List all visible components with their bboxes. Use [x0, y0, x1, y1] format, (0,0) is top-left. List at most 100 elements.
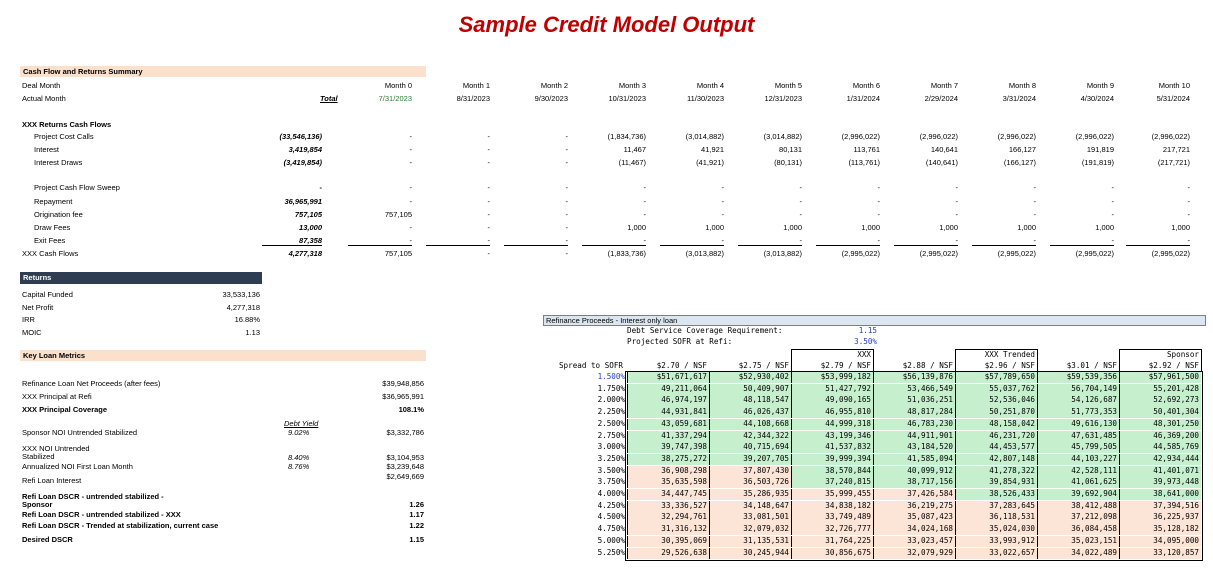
month-date: 7/31/2023 — [378, 94, 412, 103]
cash-flow-cell: - — [565, 236, 569, 245]
cash-flow-cell: (2,996,022) — [1151, 132, 1190, 141]
cash-flow-cell: - — [955, 210, 959, 219]
returns-row-label: MOIC — [22, 327, 42, 337]
cash-flow-cell: (2,995,022) — [1075, 249, 1114, 258]
cash-flow-cell: - — [409, 158, 413, 167]
actual-month-label: Actual Month — [22, 94, 66, 103]
cash-flow-cell: (2,996,022) — [841, 132, 880, 141]
cash-flow-cell: - — [487, 183, 491, 192]
cash-flow-cell: (2,995,022) — [1151, 249, 1190, 258]
cash-flow-cell: - — [1111, 183, 1115, 192]
cash-flow-cell: - — [643, 183, 647, 192]
refi-spread-cell: 4.750% — [597, 524, 625, 534]
cash-flow-cell: - — [1187, 183, 1191, 192]
month-header: Month 6 — [852, 81, 880, 90]
cash-flow-cell: (1,834,736) — [607, 132, 646, 141]
annualized-noi-label: Annualized NOI First Loan Month — [22, 462, 133, 471]
cash-flow-cell: (2,996,022) — [1075, 132, 1114, 141]
cash-flow-cell: - — [409, 132, 413, 141]
refi-spread-cell: 4.500% — [597, 512, 625, 522]
cash-flow-row: Interest Draws (3,419,854) - - - (11,467) (41,… — [0, 158, 1213, 171]
cash-flow-cell: 11,467 — [623, 145, 646, 154]
cash-flow-cell: - — [409, 236, 413, 245]
xxx-noi-debt-yield: 8.40% — [288, 453, 310, 462]
total-underline — [660, 245, 724, 246]
key-loan-metrics-header: Key Loan Metrics — [20, 350, 426, 361]
projected-sofr-label: Projected SOFR at Refi: — [627, 337, 733, 346]
month-date: 4/30/2024 — [1080, 94, 1114, 103]
cash-flow-cell: 757,105 — [384, 249, 412, 258]
cash-flow-cell: 140,641 — [930, 145, 958, 154]
cash-flow-row-label: Project Cost Calls — [34, 132, 94, 141]
annualized-noi-debt-yield: 8.76% — [288, 462, 310, 471]
desired-dscr-label: Desired DSCR — [22, 535, 73, 544]
cash-flow-cell: - — [1111, 197, 1115, 206]
cash-flow-cell: (2,995,022) — [997, 249, 1036, 258]
total-underline — [1050, 245, 1114, 246]
month-header: Month 8 — [1008, 81, 1036, 90]
sponsor-noi-label: Sponsor NOI Untrended Stabilized — [22, 428, 138, 437]
cash-flow-cell: - — [409, 145, 413, 154]
cash-flow-cell: - — [877, 210, 881, 219]
refinance-proceeds-table: Refinance Proceeds - Interest only loan … — [543, 315, 1206, 562]
month-header: Month 10 — [1158, 81, 1190, 90]
cash-flow-cell: - — [487, 249, 491, 258]
cash-flow-row-label: Draw Fees — [34, 223, 71, 232]
cash-flow-cell: 1,000 — [861, 223, 880, 232]
refi-col-header: $2.70 / NSF — [656, 361, 707, 370]
cash-flow-cell: 113,761 — [853, 145, 880, 154]
refi-col-highlight-box — [791, 349, 874, 372]
returns-row-label: Net Profit — [22, 302, 54, 312]
cash-flow-cell: - — [1187, 210, 1191, 219]
cash-flow-cell: - — [1187, 197, 1191, 206]
cash-flow-cell: - — [487, 210, 491, 219]
key-loan-metrics-label: Key Loan Metrics — [23, 351, 86, 360]
cash-flow-summary-header: Cash Flow and Returns Summary — [20, 66, 426, 77]
cash-flow-cell: 1,000 — [1017, 223, 1036, 232]
cash-flow-cell: 217,721 — [1162, 145, 1190, 154]
cash-flow-cell: (2,996,022) — [919, 132, 958, 141]
cash-flow-row-total: 36,965,991 — [284, 197, 322, 206]
cash-flow-cell: - — [487, 197, 491, 206]
month-header: Month 9 — [1086, 81, 1114, 90]
cash-flow-row: Interest 3,419,854 - - - 11,467 41,921 80,131 11… — [0, 145, 1213, 158]
refi-spread-cell: 3.750% — [597, 477, 625, 487]
cash-flow-cell: - — [565, 145, 569, 154]
month-date: 12/31/2023 — [764, 94, 802, 103]
cash-flow-cell: - — [721, 210, 725, 219]
refi-interest-value: $2,649,669 — [386, 472, 424, 481]
total-underline — [348, 245, 412, 246]
cash-flow-row-total: 87,358 — [299, 236, 322, 245]
refi-net-proceeds-label: Refinance Loan Net Proceeds (after fees) — [22, 379, 161, 388]
cash-flow-cell: (41,921) — [696, 158, 724, 167]
cash-flow-cell: 1,000 — [705, 223, 724, 232]
dscr-requirement-label: Debt Service Coverage Requirement: — [627, 326, 783, 335]
cash-flow-cell: - — [877, 197, 881, 206]
cash-flow-row-label: Interest Draws — [34, 158, 83, 167]
refi-spread-cell: 2.250% — [597, 407, 625, 417]
cash-flow-cell: - — [721, 236, 725, 245]
cash-flow-cell: (191,819) — [1081, 158, 1114, 167]
refi-table-title: Refinance Proceeds - Interest only loan — [543, 315, 1206, 326]
cash-flow-cell: - — [487, 132, 491, 141]
cash-flow-cell: - — [409, 223, 413, 232]
cash-flow-row: XXX Cash Flows 4,277,318 757,105 - - (1,833,7… — [0, 249, 1213, 262]
month-date: 10/31/2023 — [608, 94, 646, 103]
cash-flow-cell: - — [565, 158, 569, 167]
refi-spread-cell: 2.500% — [597, 418, 625, 428]
total-underline — [1126, 245, 1190, 246]
cash-flow-row: Project Cash Flow Sweep - - - - - - - - - - - - — [0, 183, 1213, 196]
cash-flow-cell: (3,013,882) — [763, 249, 802, 258]
refi-spread-cell: 1.500% — [597, 372, 625, 381]
dscr-requirement-value: 1.15 — [858, 326, 877, 335]
cash-flow-cell: 1,000 — [627, 223, 646, 232]
cash-flow-row-total: 4,277,318 — [288, 249, 322, 258]
month-header: Month 5 — [774, 81, 802, 90]
cash-flow-row: Origination fee 757,105 757,105 - - - - - - - - - - — [0, 210, 1213, 223]
refi-spread-cell: 4.000% — [597, 489, 625, 498]
cash-flow-cell: 1,000 — [939, 223, 958, 232]
page-title: Sample Credit Model Output — [458, 12, 755, 37]
cash-flow-cell: 166,127 — [1008, 145, 1036, 154]
refi-spread-cell: 3.000% — [597, 442, 625, 452]
cash-flow-summary-label: Cash Flow and Returns Summary — [23, 67, 143, 76]
